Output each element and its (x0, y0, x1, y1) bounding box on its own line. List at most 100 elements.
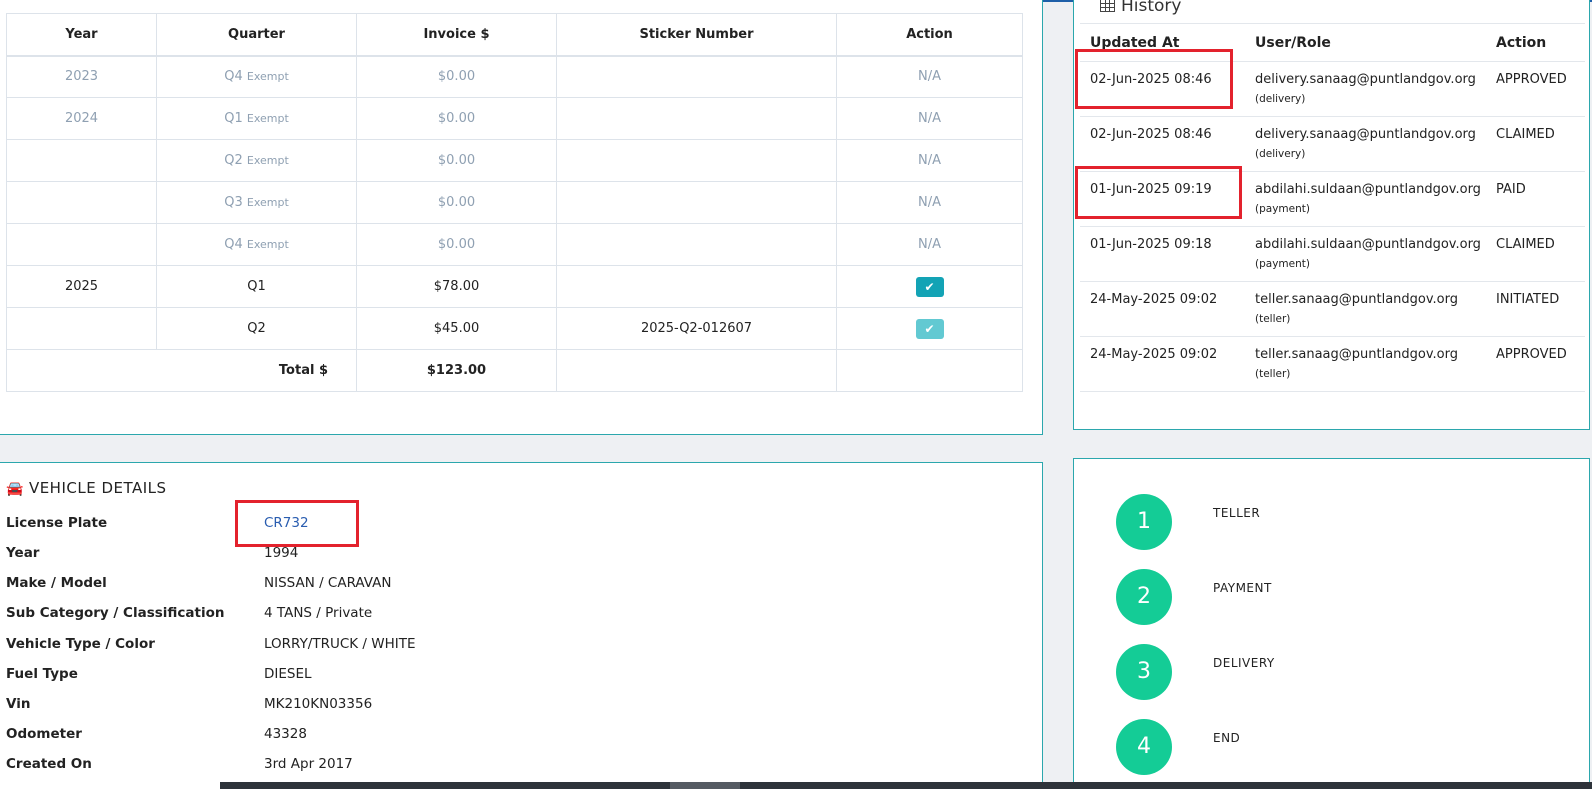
quarter-cell: Q1 (156, 265, 357, 308)
table-row: Q4 Exempt $0.00 N/A (6, 223, 1023, 266)
quarter-cell: Q4 Exempt (156, 55, 357, 98)
field-value: 43328 (264, 726, 307, 742)
year-cell: 2023 (6, 55, 157, 98)
field-value: LORRY/TRUCK / WHITE (264, 636, 416, 652)
action-cell: N/A (836, 181, 1023, 224)
total-row: Total $ $123.00 (6, 349, 1023, 392)
highlight-box (1075, 166, 1242, 219)
field-label: Vehicle Type / Color (6, 636, 155, 652)
vehicle-field-row: Vehicle Type / Color LORRY/TRUCK / WHITE (6, 636, 606, 666)
user-role-cell: delivery.sanaag@puntlandgov.org (delivery… (1245, 61, 1486, 117)
sticker-cell (556, 223, 837, 266)
car-icon: 🚘 (6, 481, 24, 497)
field-label: Vin (6, 696, 31, 712)
workflow-step: 3 DELIVERY (1116, 644, 1416, 700)
vehicle-field-row: Fuel Type DIESEL (6, 666, 606, 696)
table-row: Q3 Exempt $0.00 N/A (6, 181, 1023, 224)
workflow-step: 4 END (1116, 719, 1416, 775)
action-cell: N/A (836, 55, 1023, 98)
user-role-cell: delivery.sanaag@puntlandgov.org (delivery… (1245, 116, 1486, 172)
sticker-cell (556, 139, 837, 182)
step-label: TELLER (1213, 506, 1261, 520)
action-cell: N/A (836, 97, 1023, 140)
workflow-step: 2 PAYMENT (1116, 569, 1416, 625)
check-icon[interactable]: ✔ (915, 318, 944, 339)
updated-at-cell: 24-May-2025 09:02 (1080, 336, 1245, 392)
vehicle-details-title: 🚘 VEHICLE DETAILS (6, 479, 167, 497)
horizontal-scrollbar[interactable] (220, 782, 1592, 789)
action-cell: APPROVED (1486, 61, 1585, 117)
field-value: MK210KN03356 (264, 696, 373, 712)
year-cell (6, 307, 157, 350)
field-label: Sub Category / Classification (6, 605, 225, 621)
total-label: Total $ (6, 349, 357, 392)
table-row: 2023 Q4 Exempt $0.00 N/A (6, 55, 1023, 98)
updated-at-cell: 24-May-2025 09:02 (1080, 281, 1245, 337)
highlight-box (1075, 49, 1233, 109)
field-label: Year (6, 545, 40, 561)
step-number-circle: 1 (1116, 494, 1172, 550)
vehicle-field-row: Year 1994 (6, 545, 606, 575)
updated-at-cell: 01-Jun-2025 09:18 (1080, 226, 1245, 282)
col-invoice-header: Invoice $ (356, 13, 557, 57)
invoice-cell: $0.00 (356, 55, 557, 98)
check-icon[interactable]: ✔ (915, 276, 944, 297)
col-user-role-header: User/Role (1245, 23, 1486, 62)
field-label: Odometer (6, 726, 82, 742)
role-label: (payment) (1255, 258, 1310, 270)
user-role-cell: abdilahi.suldaan@puntlandgov.org (payment… (1245, 171, 1486, 227)
exempt-label: Exempt (246, 70, 289, 84)
role-label: (teller) (1255, 313, 1291, 325)
role-label: (delivery) (1255, 148, 1306, 160)
quarter-cell: Q2 Exempt (156, 139, 357, 182)
action-cell: N/A (836, 139, 1023, 182)
invoice-cell: $0.00 (356, 181, 557, 224)
quarter-cell: Q1 Exempt (156, 97, 357, 140)
history-row: 02-Jun-2025 08:46 delivery.sanaag@puntla… (1080, 116, 1585, 172)
sticker-cell (556, 55, 837, 98)
history-row: 01-Jun-2025 09:18 abdilahi.suldaan@puntl… (1080, 226, 1585, 282)
step-label: END (1213, 731, 1241, 745)
table-row: 2025 Q1 $78.00 ✔ (6, 265, 1023, 308)
year-cell (6, 223, 157, 266)
workflow-steps-panel: 1 TELLER 2 PAYMENT 3 DELIVERY 4 END (1073, 458, 1590, 789)
field-value: 4 TANS / Private (264, 605, 373, 621)
field-label: Make / Model (6, 575, 107, 591)
col-year-header: Year (6, 13, 157, 57)
quarter-cell: Q4 Exempt (156, 223, 357, 266)
role-label: (teller) (1255, 368, 1291, 380)
sticker-cell (556, 97, 837, 140)
invoice-cell: $0.00 (356, 223, 557, 266)
col-sticker-header: Sticker Number (556, 13, 837, 57)
quarter-cell: Q3 Exempt (156, 181, 357, 224)
invoice-cell: $78.00 (356, 265, 557, 308)
table-row: 2024 Q1 Exempt $0.00 N/A (6, 97, 1023, 140)
vehicle-field-row: Sub Category / Classification 4 TANS / P… (6, 605, 606, 635)
role-label: (delivery) (1255, 93, 1306, 105)
history-row: 24-May-2025 09:02 teller.sanaag@puntland… (1080, 281, 1585, 337)
action-cell: CLAIMED (1486, 226, 1585, 282)
user-role-cell: teller.sanaag@puntlandgov.org (teller) (1245, 281, 1486, 337)
col-quarter-header: Quarter (156, 13, 357, 57)
exempt-label: Exempt (246, 112, 289, 125)
field-value: 1994 (264, 545, 299, 561)
total-value: $123.00 (356, 349, 557, 392)
vehicle-field-row: Vin MK210KN03356 (6, 696, 606, 726)
history-title: History (1100, 0, 1181, 16)
field-label: License Plate (6, 515, 108, 531)
invoice-cell: $0.00 (356, 139, 557, 182)
step-label: DELIVERY (1213, 656, 1275, 670)
col-action-header: Action (836, 13, 1023, 57)
exempt-label: Exempt (246, 154, 289, 167)
field-label: Fuel Type (6, 666, 78, 682)
action-cell: N/A (836, 223, 1023, 266)
invoice-header-row: Year Quarter Invoice $ Sticker Number Ac… (6, 13, 1023, 57)
workflow-step: 1 TELLER (1116, 494, 1416, 550)
scrollbar-thumb[interactable] (670, 782, 740, 789)
sticker-cell (556, 265, 837, 308)
action-cell: ✔ (836, 265, 1023, 308)
step-label: PAYMENT (1213, 581, 1272, 595)
field-label: Created On (6, 756, 92, 772)
action-cell: CLAIMED (1486, 116, 1585, 172)
action-cell: PAID (1486, 171, 1585, 227)
